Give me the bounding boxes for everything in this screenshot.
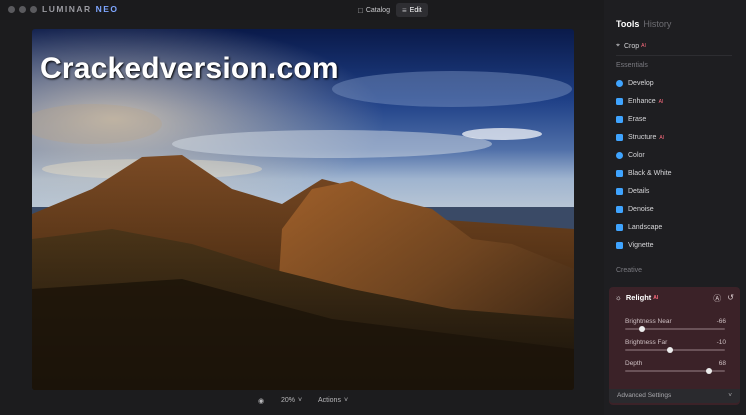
- landscape-icon: [616, 224, 623, 231]
- tool-label: Landscape: [628, 224, 663, 231]
- zoom-value: 20%: [281, 397, 296, 404]
- folder-icon: □: [358, 5, 363, 15]
- denoise-icon: [616, 206, 623, 213]
- crop-icon: ⌖: [616, 42, 620, 49]
- brightness-near-value: -66: [716, 318, 726, 325]
- eye-icon[interactable]: ◉: [258, 397, 264, 405]
- tool-label: Color: [628, 152, 645, 159]
- relight-header-icons: Ⓐ ↺: [713, 293, 734, 304]
- tool-label: Details: [628, 188, 650, 195]
- develop-icon: [616, 80, 623, 87]
- vignette-icon: [616, 242, 623, 249]
- edit-tab-label: Edit: [409, 6, 422, 14]
- tool-label: Structure: [628, 134, 657, 141]
- relight-icon: ☼: [615, 293, 622, 302]
- chevron-down-icon: ˅: [343, 397, 349, 404]
- depth-label: Depth: [625, 360, 643, 367]
- brightness-far-slider[interactable]: [625, 347, 725, 353]
- slider-handle[interactable]: [639, 326, 645, 332]
- relight-title: Relight: [625, 293, 652, 302]
- structure-icon: [616, 134, 623, 141]
- close-window-button[interactable]: [8, 6, 15, 13]
- catalog-tab-label: Catalog: [365, 6, 390, 14]
- brightness-near-label: Brightness Near: [625, 318, 672, 325]
- brightness-near-slider[interactable]: [625, 326, 725, 332]
- essentials-heading: Essentials: [616, 62, 648, 69]
- ai-badge: AI: [641, 43, 646, 49]
- bottom-toolbar: ◉ 20% ˅ Actions ˅: [0, 392, 600, 414]
- advanced-settings-label: Advanced Settings: [617, 392, 672, 399]
- tool-label: Erase: [628, 116, 647, 123]
- reset-icon[interactable]: ↺: [727, 293, 734, 304]
- tool-develop[interactable]: Develop: [616, 80, 654, 87]
- crop-label: Crop: [623, 42, 640, 50]
- luminar-neo-window: LUMINAR NEO □ Catalog ≡ Edit ⇧: [0, 0, 746, 415]
- tool-label: Develop: [628, 80, 654, 87]
- zoom-dropdown[interactable]: 20% ˅: [281, 397, 302, 404]
- black-white-icon: [616, 170, 623, 177]
- slider-handle[interactable]: [706, 368, 712, 374]
- watermark-text: Crackedversion.com: [40, 52, 339, 85]
- divider: [616, 55, 732, 56]
- ai-badge: AI: [653, 294, 659, 301]
- relight-header[interactable]: ☼ Relight AI: [615, 293, 658, 302]
- auto-icon[interactable]: Ⓐ: [713, 293, 721, 304]
- color-icon: [616, 152, 623, 159]
- minimize-window-button[interactable]: [19, 6, 26, 13]
- tool-label: Vignette: [628, 242, 654, 249]
- depth-slider[interactable]: [625, 368, 725, 374]
- crop-tool[interactable]: ⌖ Crop AI: [616, 42, 646, 50]
- tool-color[interactable]: Color: [616, 152, 645, 159]
- actions-dropdown[interactable]: Actions ˅: [318, 397, 348, 404]
- relight-tool-card: ☼ Relight AI Ⓐ ↺ Brightness Near -66 Brig…: [609, 287, 740, 405]
- tool-label: Black & White: [628, 170, 672, 177]
- advanced-settings-toggle[interactable]: Advanced Settings ˅: [609, 389, 740, 403]
- tool-details[interactable]: Details: [616, 188, 649, 195]
- tool-landscape[interactable]: Landscape: [616, 224, 662, 231]
- catalog-tab[interactable]: □ Catalog: [352, 3, 396, 17]
- chevron-down-icon: ˅: [728, 392, 732, 399]
- enhance-icon: [616, 98, 623, 105]
- slider-handle[interactable]: [667, 347, 673, 353]
- tab-tools[interactable]: Tools: [616, 19, 639, 29]
- app-logo: LUMINAR NEO: [42, 4, 119, 14]
- panel-tabs: Tools History: [616, 19, 671, 29]
- maximize-window-button[interactable]: [30, 6, 37, 13]
- chevron-down-icon: ˅: [298, 397, 303, 404]
- tool-denoise[interactable]: Denoise: [616, 206, 654, 213]
- brightness-far-value: -10: [716, 339, 726, 346]
- ai-badge: AI: [659, 134, 665, 141]
- tool-vignette[interactable]: Vignette: [616, 242, 654, 249]
- actions-label: Actions: [318, 397, 341, 404]
- tool-structure[interactable]: Structure AI: [616, 134, 664, 141]
- tool-label: Enhance: [628, 98, 656, 105]
- tool-black-white[interactable]: Black & White: [616, 170, 672, 177]
- creative-heading: Creative: [616, 267, 643, 274]
- ai-badge: AI: [658, 98, 664, 105]
- tab-history[interactable]: History: [643, 19, 671, 29]
- details-icon: [616, 188, 623, 195]
- tool-label: Denoise: [628, 206, 654, 213]
- erase-icon: [616, 116, 623, 123]
- tool-enhance[interactable]: Enhance AI: [616, 98, 663, 105]
- edit-tab[interactable]: ≡ Edit: [396, 3, 428, 17]
- brightness-far-label: Brightness Far: [625, 339, 668, 346]
- tool-erase[interactable]: Erase: [616, 116, 646, 123]
- depth-value: 68: [718, 360, 726, 367]
- sliders-icon: ≡: [402, 5, 407, 15]
